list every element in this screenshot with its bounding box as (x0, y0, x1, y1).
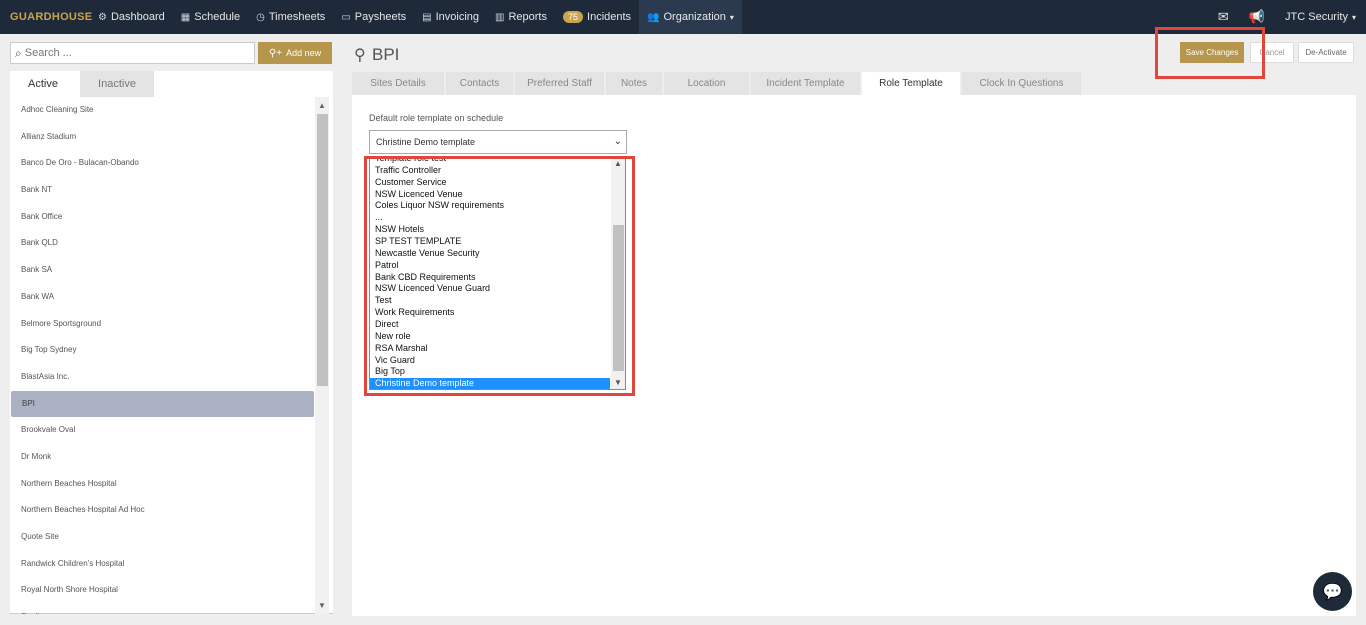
search-icon: ⌕ (15, 45, 22, 60)
site-list-item[interactable]: Northern Beaches Hospital Ad Hoc (10, 497, 315, 524)
user-name: JTC Security (1285, 11, 1348, 23)
tab-incident-template[interactable]: Incident Template (751, 72, 860, 96)
add-new-button[interactable]: ⚲+ Add new (258, 42, 332, 64)
select-value: Christine Demo template (376, 137, 476, 147)
tab-inactive[interactable]: Inactive (80, 71, 154, 97)
nav-incidents[interactable]: 75 Incidents (555, 0, 639, 34)
caret-down-icon: ▾ (729, 12, 734, 22)
site-list-item[interactable]: Brookvale Oval (10, 417, 315, 444)
tab-contacts[interactable]: Contacts (446, 72, 513, 96)
site-list-item[interactable]: BlastAsia Inc. (10, 364, 315, 391)
invoice-icon: ▤ (422, 11, 432, 23)
scroll-down-icon[interactable]: ▼ (318, 601, 326, 610)
nav-label: Reports (508, 11, 547, 23)
deactivate-button[interactable]: De-Activate (1298, 42, 1354, 63)
site-list-item[interactable]: Dr Monk (10, 444, 315, 471)
brand-logo[interactable]: GUARDHOUSE (0, 11, 92, 23)
map-pin-icon: ⚲ (354, 47, 366, 64)
site-list-item[interactable]: Royal North Shore Hospital (10, 577, 315, 604)
site-list-panel: Active Inactive Adhoc Cleaning Site Allia… (10, 71, 333, 614)
search-box: ⌕ (10, 42, 255, 64)
site-list-item[interactable]: Adhoc Cleaning Site (10, 97, 315, 124)
add-new-label: Add new (286, 48, 322, 58)
site-list-item[interactable]: Allianz Stadium (10, 124, 315, 151)
role-template-select[interactable]: Christine Demo template ⌄ (369, 130, 627, 154)
nav-organization[interactable]: 👥 Organization ▾ (639, 0, 742, 34)
site-list-item[interactable]: Bank Office (10, 204, 315, 231)
chevron-down-icon: ⌄ (613, 136, 622, 147)
role-template-label: Default role template on schedule (369, 113, 504, 123)
site-list-item[interactable]: BPI (11, 390, 314, 418)
status-tabs: Active Inactive (10, 71, 333, 97)
user-menu[interactable]: JTC Security ▾ (1275, 0, 1366, 34)
highlight-dropdown (364, 156, 635, 396)
incidents-badge: 75 (563, 11, 584, 23)
nav-invoicing[interactable]: ▤ Invoicing (414, 0, 487, 34)
site-list-item[interactable]: Belmore Sportsground (10, 311, 315, 338)
nav-paysheets[interactable]: ▭ Paysheets (333, 0, 414, 34)
caret-down-icon: ▾ (1351, 12, 1356, 22)
site-list-item[interactable]: Bank NT (10, 177, 315, 204)
site-list-item[interactable]: Bank QLD (10, 230, 315, 257)
users-icon: 👥 (647, 11, 660, 23)
money-icon: ▭ (341, 11, 351, 23)
nav-schedule[interactable]: ▦ Schedule (173, 0, 248, 34)
nav-label: Timesheets (268, 11, 326, 23)
reports-icon: ▥ (495, 11, 505, 23)
tab-preferred-staff[interactable]: Preferred Staff (515, 72, 604, 96)
site-list: Adhoc Cleaning Site Allianz Stadium Banco … (10, 97, 315, 614)
site-list-item[interactable]: Bank WA (10, 284, 315, 311)
site-list-scrollbar[interactable]: ▲ ▼ (315, 97, 329, 614)
clock-icon: ◷ (256, 11, 265, 23)
site-list-item[interactable]: Northern Beaches Hospital (10, 471, 315, 498)
nav-label: Dashboard (110, 11, 165, 23)
tab-active[interactable]: Active (10, 71, 76, 97)
site-list-item[interactable]: Stadium (10, 604, 315, 614)
site-tabs: Sites Details Contacts Preferred Staff Note… (352, 72, 1083, 96)
nav-label: Schedule (194, 11, 241, 23)
site-list-item[interactable]: Big Top Sydney (10, 337, 315, 364)
site-list-item[interactable]: Banco De Oro - Bulacan-Obando (10, 150, 315, 177)
nav-label: Invoicing (435, 11, 480, 23)
site-list-item[interactable]: Quote Site (10, 524, 315, 551)
nav-dashboard[interactable]: ⚙ Dashboard (90, 0, 173, 34)
nav-label: Organization (663, 11, 726, 23)
scroll-up-icon[interactable]: ▲ (318, 101, 326, 110)
nav-items: ⚙ Dashboard ▦ Schedule ◷ Timesheets ▭ Paysheets… (90, 0, 742, 34)
tab-role-template[interactable]: Role Template (862, 72, 960, 96)
page-title: BPI (372, 45, 400, 64)
tab-notes[interactable]: Notes (606, 72, 662, 96)
site-list-item[interactable]: Bank SA (10, 257, 315, 284)
chat-icon[interactable]: 💬 (1313, 572, 1352, 611)
highlight-save-button (1155, 27, 1265, 79)
dashboard-icon: ⚙ (98, 11, 107, 23)
tab-location[interactable]: Location (664, 72, 749, 96)
tab-sites-details[interactable]: Sites Details (352, 72, 444, 96)
search-input[interactable] (24, 47, 240, 59)
nav-label: Paysheets (354, 11, 407, 23)
scroll-thumb[interactable] (317, 114, 328, 386)
tab-clock-in-questions[interactable]: Clock In Questions (962, 72, 1081, 96)
calendar-icon: ▦ (180, 11, 191, 23)
nav-label: Incidents (587, 11, 632, 23)
site-list-item[interactable]: Randwick Children's Hospital (10, 551, 315, 578)
nav-timesheets[interactable]: ◷ Timesheets (248, 0, 333, 34)
nav-reports[interactable]: ▥ Reports (487, 0, 555, 34)
add-location-icon: ⚲+ (268, 47, 283, 59)
